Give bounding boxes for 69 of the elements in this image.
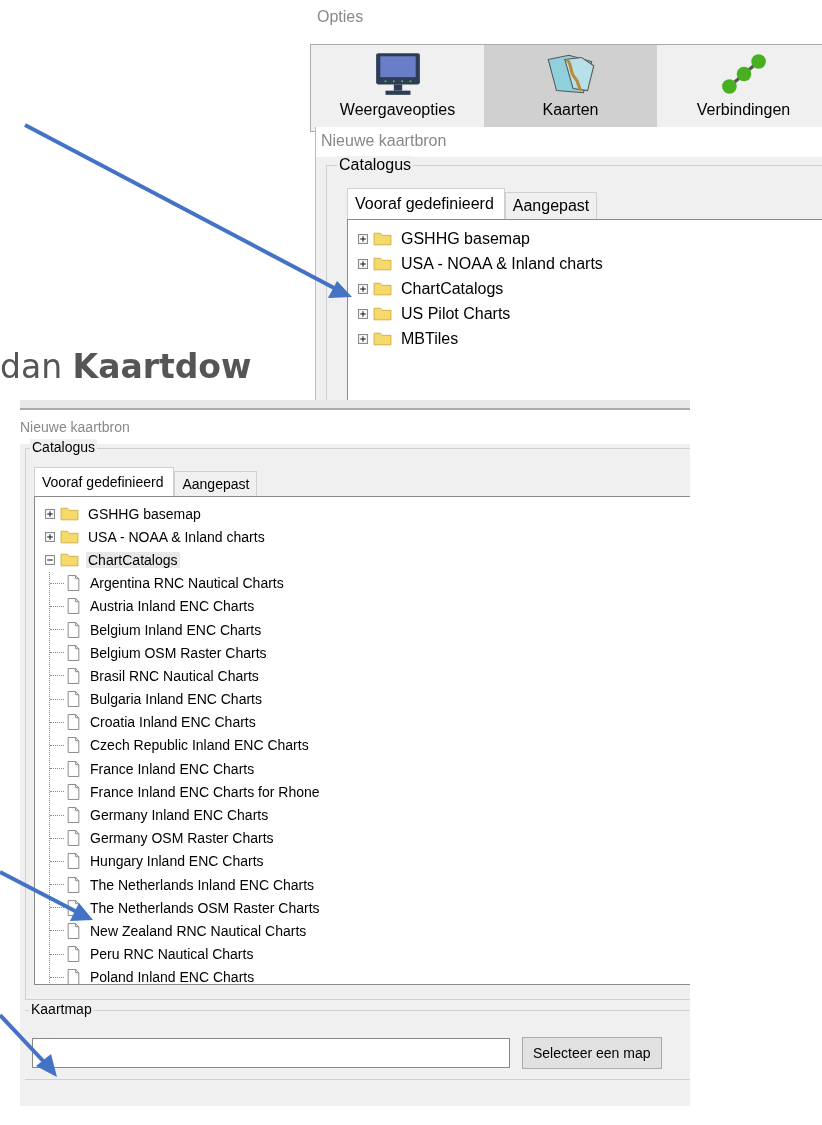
document-icon bbox=[67, 737, 80, 754]
tab[interactable]: Aangepast bbox=[504, 192, 598, 219]
document-icon bbox=[67, 876, 80, 893]
tree-item[interactable]: Brasil RNC Nautical Charts bbox=[88, 667, 261, 684]
expander-icon[interactable] bbox=[358, 258, 368, 269]
folder-icon bbox=[373, 256, 392, 271]
tree-item[interactable]: US Pilot Charts bbox=[399, 304, 513, 323]
expander-icon[interactable] bbox=[45, 531, 55, 542]
folder-icon bbox=[60, 506, 79, 522]
document-icon bbox=[67, 691, 80, 708]
folder-icon bbox=[373, 306, 392, 321]
tree-item[interactable]: ChartCatalogs bbox=[86, 551, 180, 568]
tree-item[interactable]: The Netherlands Inland ENC Charts bbox=[88, 876, 317, 893]
document-icon bbox=[67, 714, 80, 731]
group-label: Kaartmap bbox=[29, 1001, 94, 1017]
tree-item[interactable]: New Zealand RNC Nautical Charts bbox=[88, 922, 309, 939]
document-icon bbox=[67, 830, 80, 847]
tree-item[interactable]: GSHHG basemap bbox=[399, 229, 532, 248]
document-icon bbox=[67, 807, 80, 824]
tree-item[interactable]: Germany OSM Raster Charts bbox=[88, 830, 276, 847]
document-icon bbox=[67, 922, 80, 939]
folder-icon bbox=[373, 331, 392, 346]
folder-icon bbox=[373, 281, 392, 296]
tree-item[interactable]: ChartCatalogs bbox=[399, 279, 506, 298]
tree-item[interactable]: MBTiles bbox=[399, 329, 461, 348]
dialog-title: Nieuwe kaartbron bbox=[316, 127, 822, 157]
document-icon bbox=[67, 853, 80, 870]
tree-item[interactable]: Belgium Inland ENC Charts bbox=[88, 621, 264, 638]
expander-icon[interactable] bbox=[45, 508, 55, 519]
document-icon bbox=[67, 621, 80, 638]
tree-item[interactable]: Czech Republic Inland ENC Charts bbox=[88, 737, 311, 754]
folder-icon bbox=[60, 552, 79, 568]
document-icon bbox=[67, 946, 80, 963]
tree-item[interactable]: Poland Inland ENC Charts bbox=[88, 969, 257, 984]
document-icon bbox=[67, 598, 80, 615]
document-icon bbox=[67, 644, 80, 661]
folder-icon bbox=[60, 529, 79, 545]
tab[interactable]: Aangepast bbox=[174, 471, 258, 496]
document-icon bbox=[67, 760, 80, 777]
tree-item[interactable]: Argentina RNC Nautical Charts bbox=[88, 575, 286, 592]
tree-item[interactable]: GSHHG basemap bbox=[86, 505, 203, 522]
tree-item[interactable]: USA - NOAA & Inland charts bbox=[399, 254, 605, 273]
caption-text: dan Kaartdow bbox=[0, 347, 252, 386]
expander-icon[interactable] bbox=[358, 333, 368, 344]
tree-item[interactable]: The Netherlands OSM Raster Charts bbox=[88, 899, 322, 916]
folder-input-field[interactable] bbox=[32, 1038, 510, 1068]
tree-item[interactable]: Belgium OSM Raster Charts bbox=[88, 644, 269, 661]
expander-icon[interactable] bbox=[358, 308, 368, 319]
tree-item[interactable]: Peru RNC Nautical Charts bbox=[88, 946, 256, 963]
tree-item[interactable]: Hungary Inland ENC Charts bbox=[88, 853, 266, 870]
group-label: Catalogus bbox=[337, 156, 414, 174]
document-icon bbox=[67, 575, 80, 592]
tree-item[interactable]: Austria Inland ENC Charts bbox=[88, 598, 257, 615]
tab[interactable]: Vooraf gedefinieerd bbox=[34, 467, 175, 496]
document-icon bbox=[67, 783, 80, 800]
tree-item[interactable]: France Inland ENC Charts for Rhone bbox=[88, 783, 322, 800]
tree-item[interactable]: USA - NOAA & Inland charts bbox=[86, 528, 267, 545]
document-icon bbox=[67, 667, 80, 684]
tab[interactable]: Vooraf gedefinieerd bbox=[347, 188, 505, 219]
expander-icon[interactable] bbox=[45, 554, 55, 565]
tree-item[interactable]: Germany Inland ENC Charts bbox=[88, 807, 271, 824]
tree-item[interactable]: France Inland ENC Charts bbox=[88, 760, 257, 777]
group-label: Catalogus bbox=[30, 439, 98, 455]
expander-icon[interactable] bbox=[358, 283, 368, 294]
folder-icon bbox=[373, 231, 392, 246]
tree-item[interactable]: Croatia Inland ENC Charts bbox=[88, 714, 258, 731]
expander-icon[interactable] bbox=[358, 233, 368, 244]
select-folder-button[interactable]: Selecteer een map bbox=[522, 1037, 662, 1069]
tree-item[interactable]: Bulgaria Inland ENC Charts bbox=[88, 691, 264, 708]
